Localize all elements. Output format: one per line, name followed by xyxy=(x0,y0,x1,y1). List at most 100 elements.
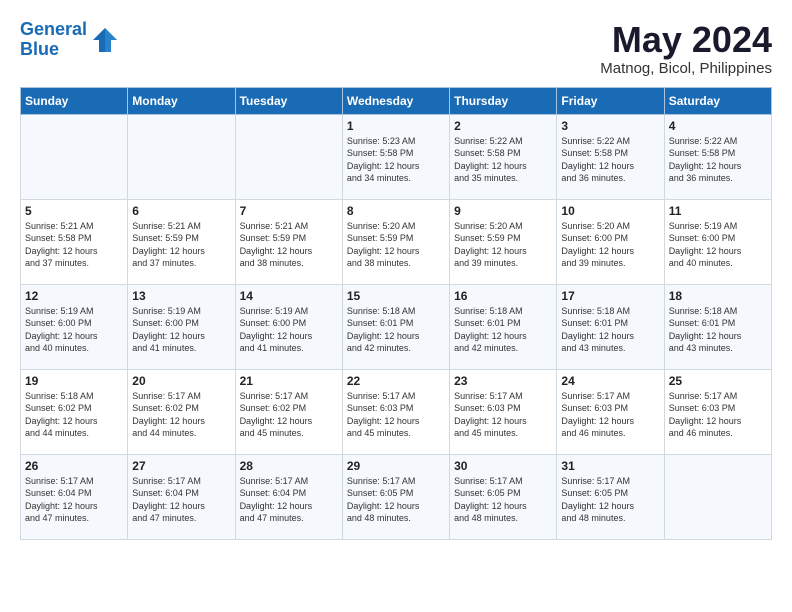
day-info: Sunrise: 5:22 AM Sunset: 5:58 PM Dayligh… xyxy=(669,135,767,185)
day-number: 21 xyxy=(240,374,338,388)
day-info: Sunrise: 5:20 AM Sunset: 6:00 PM Dayligh… xyxy=(561,220,659,270)
calendar-cell: 25 Sunrise: 5:17 AM Sunset: 6:03 PM Dayli… xyxy=(664,369,771,454)
day-number: 20 xyxy=(132,374,230,388)
day-number: 28 xyxy=(240,459,338,473)
day-info: Sunrise: 5:17 AM Sunset: 6:05 PM Dayligh… xyxy=(454,475,552,525)
calendar-cell: 11 Sunrise: 5:19 AM Sunset: 6:00 PM Dayli… xyxy=(664,199,771,284)
day-info: Sunrise: 5:21 AM Sunset: 5:59 PM Dayligh… xyxy=(132,220,230,270)
day-info: Sunrise: 5:19 AM Sunset: 6:00 PM Dayligh… xyxy=(240,305,338,355)
day-info: Sunrise: 5:17 AM Sunset: 6:02 PM Dayligh… xyxy=(240,390,338,440)
day-info: Sunrise: 5:22 AM Sunset: 5:58 PM Dayligh… xyxy=(561,135,659,185)
weekday-header-thursday: Thursday xyxy=(450,87,557,114)
calendar-cell: 18 Sunrise: 5:18 AM Sunset: 6:01 PM Dayli… xyxy=(664,284,771,369)
calendar-week-row: 1Sunrise: 5:23 AM Sunset: 5:58 PM Daylig… xyxy=(21,114,772,199)
day-info: Sunrise: 5:20 AM Sunset: 5:59 PM Dayligh… xyxy=(347,220,445,270)
calendar-cell: 16 Sunrise: 5:18 AM Sunset: 6:01 PM Dayli… xyxy=(450,284,557,369)
day-info: Sunrise: 5:21 AM Sunset: 5:58 PM Dayligh… xyxy=(25,220,123,270)
day-info: Sunrise: 5:21 AM Sunset: 5:59 PM Dayligh… xyxy=(240,220,338,270)
day-number: 4 xyxy=(669,119,767,133)
day-number: 5 xyxy=(25,204,123,218)
day-number: 12 xyxy=(25,289,123,303)
day-number: 19 xyxy=(25,374,123,388)
calendar-cell: 14 Sunrise: 5:19 AM Sunset: 6:00 PM Dayli… xyxy=(235,284,342,369)
calendar-cell: 4 Sunrise: 5:22 AM Sunset: 5:58 PM Daylig… xyxy=(664,114,771,199)
day-number: 26 xyxy=(25,459,123,473)
day-info: Sunrise: 5:19 AM Sunset: 6:00 PM Dayligh… xyxy=(25,305,123,355)
calendar-cell: 15 Sunrise: 5:18 AM Sunset: 6:01 PM Dayli… xyxy=(342,284,449,369)
calendar-cell: 12 Sunrise: 5:19 AM Sunset: 6:00 PM Dayli… xyxy=(21,284,128,369)
day-number: 29 xyxy=(347,459,445,473)
calendar-cell: 31 Sunrise: 5:17 AM Sunset: 6:05 PM Dayli… xyxy=(557,454,664,539)
day-number: 25 xyxy=(669,374,767,388)
day-number: 10 xyxy=(561,204,659,218)
day-number: 3 xyxy=(561,119,659,133)
day-number: 6 xyxy=(132,204,230,218)
calendar-cell: 19Sunrise: 5:18 AM Sunset: 6:02 PM Dayli… xyxy=(21,369,128,454)
day-info: Sunrise: 5:18 AM Sunset: 6:01 PM Dayligh… xyxy=(669,305,767,355)
day-number: 13 xyxy=(132,289,230,303)
calendar-cell: 9 Sunrise: 5:20 AM Sunset: 5:59 PM Daylig… xyxy=(450,199,557,284)
calendar-header-row: SundayMondayTuesdayWednesdayThursdayFrid… xyxy=(21,87,772,114)
day-number: 27 xyxy=(132,459,230,473)
calendar-week-row: 5 Sunrise: 5:21 AM Sunset: 5:58 PM Daylig… xyxy=(21,199,772,284)
day-info: Sunrise: 5:17 AM Sunset: 6:04 PM Dayligh… xyxy=(25,475,123,525)
day-number: 30 xyxy=(454,459,552,473)
calendar-cell: 10 Sunrise: 5:20 AM Sunset: 6:00 PM Dayli… xyxy=(557,199,664,284)
calendar-cell: 5 Sunrise: 5:21 AM Sunset: 5:58 PM Daylig… xyxy=(21,199,128,284)
day-info: Sunrise: 5:17 AM Sunset: 6:03 PM Dayligh… xyxy=(347,390,445,440)
weekday-header-saturday: Saturday xyxy=(664,87,771,114)
day-info: Sunrise: 5:17 AM Sunset: 6:03 PM Dayligh… xyxy=(454,390,552,440)
calendar-week-row: 19Sunrise: 5:18 AM Sunset: 6:02 PM Dayli… xyxy=(21,369,772,454)
day-number: 24 xyxy=(561,374,659,388)
day-number: 23 xyxy=(454,374,552,388)
day-info: Sunrise: 5:18 AM Sunset: 6:01 PM Dayligh… xyxy=(454,305,552,355)
day-number: 11 xyxy=(669,204,767,218)
calendar-week-row: 12 Sunrise: 5:19 AM Sunset: 6:00 PM Dayli… xyxy=(21,284,772,369)
weekday-header-wednesday: Wednesday xyxy=(342,87,449,114)
calendar-cell: 21 Sunrise: 5:17 AM Sunset: 6:02 PM Dayli… xyxy=(235,369,342,454)
day-number: 2 xyxy=(454,119,552,133)
weekday-header-monday: Monday xyxy=(128,87,235,114)
day-number: 15 xyxy=(347,289,445,303)
calendar-cell: 17 Sunrise: 5:18 AM Sunset: 6:01 PM Dayli… xyxy=(557,284,664,369)
calendar-cell: 24 Sunrise: 5:17 AM Sunset: 6:03 PM Dayli… xyxy=(557,369,664,454)
calendar-cell: 28 Sunrise: 5:17 AM Sunset: 6:04 PM Dayli… xyxy=(235,454,342,539)
calendar-cell: 1Sunrise: 5:23 AM Sunset: 5:58 PM Daylig… xyxy=(342,114,449,199)
calendar-cell: 30 Sunrise: 5:17 AM Sunset: 6:05 PM Dayli… xyxy=(450,454,557,539)
day-number: 1 xyxy=(347,119,445,133)
calendar-cell: 8 Sunrise: 5:20 AM Sunset: 5:59 PM Daylig… xyxy=(342,199,449,284)
title-block: May 2024 Matnog, Bicol, Philippines xyxy=(600,20,772,77)
calendar-cell: 27 Sunrise: 5:17 AM Sunset: 6:04 PM Dayli… xyxy=(128,454,235,539)
weekday-header-friday: Friday xyxy=(557,87,664,114)
calendar-cell: 22Sunrise: 5:17 AM Sunset: 6:03 PM Dayli… xyxy=(342,369,449,454)
day-number: 8 xyxy=(347,204,445,218)
day-number: 14 xyxy=(240,289,338,303)
day-info: Sunrise: 5:18 AM Sunset: 6:01 PM Dayligh… xyxy=(347,305,445,355)
day-number: 18 xyxy=(669,289,767,303)
calendar-cell: 23 Sunrise: 5:17 AM Sunset: 6:03 PM Dayli… xyxy=(450,369,557,454)
day-info: Sunrise: 5:20 AM Sunset: 5:59 PM Dayligh… xyxy=(454,220,552,270)
day-info: Sunrise: 5:17 AM Sunset: 6:04 PM Dayligh… xyxy=(132,475,230,525)
calendar-cell: 3 Sunrise: 5:22 AM Sunset: 5:58 PM Daylig… xyxy=(557,114,664,199)
calendar-body: 1Sunrise: 5:23 AM Sunset: 5:58 PM Daylig… xyxy=(21,114,772,539)
day-info: Sunrise: 5:18 AM Sunset: 6:01 PM Dayligh… xyxy=(561,305,659,355)
calendar-cell: 6 Sunrise: 5:21 AM Sunset: 5:59 PM Daylig… xyxy=(128,199,235,284)
page-header: General Blue May 2024 Matnog, Bicol, Phi… xyxy=(20,20,772,77)
day-info: Sunrise: 5:17 AM Sunset: 6:04 PM Dayligh… xyxy=(240,475,338,525)
weekday-header-sunday: Sunday xyxy=(21,87,128,114)
day-info: Sunrise: 5:19 AM Sunset: 6:00 PM Dayligh… xyxy=(132,305,230,355)
calendar-cell: 20Sunrise: 5:17 AM Sunset: 6:02 PM Dayli… xyxy=(128,369,235,454)
day-info: Sunrise: 5:17 AM Sunset: 6:03 PM Dayligh… xyxy=(561,390,659,440)
weekday-header-tuesday: Tuesday xyxy=(235,87,342,114)
day-info: Sunrise: 5:17 AM Sunset: 6:05 PM Dayligh… xyxy=(561,475,659,525)
day-number: 17 xyxy=(561,289,659,303)
day-info: Sunrise: 5:19 AM Sunset: 6:00 PM Dayligh… xyxy=(669,220,767,270)
day-number: 31 xyxy=(561,459,659,473)
day-number: 9 xyxy=(454,204,552,218)
day-info: Sunrise: 5:17 AM Sunset: 6:03 PM Dayligh… xyxy=(669,390,767,440)
calendar-table: SundayMondayTuesdayWednesdayThursdayFrid… xyxy=(20,87,772,540)
sub-title: Matnog, Bicol, Philippines xyxy=(600,60,772,77)
day-number: 16 xyxy=(454,289,552,303)
calendar-cell xyxy=(128,114,235,199)
day-info: Sunrise: 5:17 AM Sunset: 6:05 PM Dayligh… xyxy=(347,475,445,525)
